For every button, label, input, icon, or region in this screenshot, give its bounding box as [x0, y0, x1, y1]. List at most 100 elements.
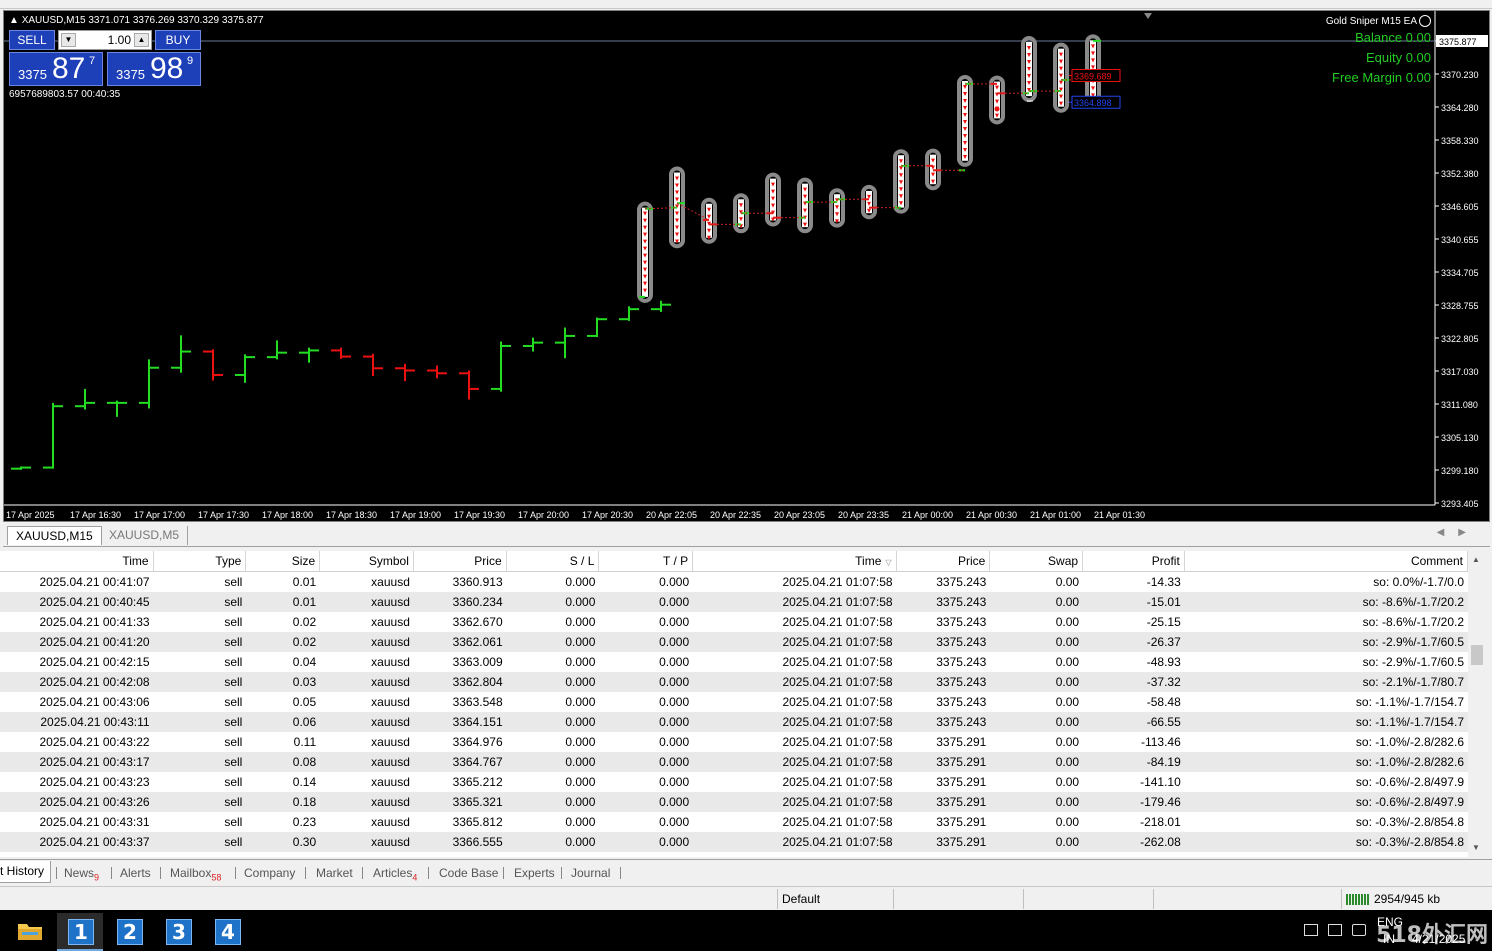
- table-row[interactable]: 2025.04.21 00:43:17 sell 0.08 xauusd 3364.76…: [0, 752, 1468, 772]
- cell-close-price: 3375.291: [936, 775, 987, 789]
- tab-badge: 9: [94, 872, 100, 883]
- table-row[interactable]: 2025.04.21 00:41:20 sell 0.02 xauusd 3362.06…: [0, 632, 1468, 652]
- sell-button[interactable]: SELL: [9, 30, 55, 50]
- scroll-up-icon[interactable]: ▲: [1472, 555, 1480, 564]
- col-header-swap[interactable]: Swap: [990, 551, 1084, 571]
- col-header-open-time[interactable]: Time: [0, 551, 154, 571]
- chart-shift-icon: [1144, 13, 1152, 19]
- terminal-tab-experts[interactable]: Experts: [514, 864, 555, 882]
- col-header-comment[interactable]: Comment: [1185, 551, 1468, 571]
- time-tick-label: 17 Apr 16:30: [70, 510, 121, 520]
- chart-tab-xauusd-m5[interactable]: XAUUSD,M5: [101, 526, 189, 545]
- account-history-table[interactable]: Time Type Size Symbol Price S / L T / P …: [0, 551, 1468, 857]
- table-row[interactable]: 2025.04.21 00:43:23 sell 0.14 xauusd 3365.21…: [0, 772, 1468, 792]
- col-header-close-price[interactable]: Price: [897, 551, 991, 571]
- col-header-type[interactable]: Type: [154, 551, 247, 571]
- windows-taskbar: 1 2 3 4 ENG IN 4/21/2025 518外汇网: [0, 910, 1492, 951]
- cell-close-time: 2025.04.21 01:07:58: [782, 835, 893, 849]
- scroll-down-icon[interactable]: ▼: [1472, 843, 1480, 852]
- lot-increase-icon[interactable]: ▲: [134, 33, 149, 47]
- tab-label: Company: [244, 866, 296, 880]
- status-connection[interactable]: 2954/945 kb: [1341, 889, 1492, 909]
- time-tick-label: 20 Apr 23:35: [838, 510, 889, 520]
- table-row[interactable]: 2025.04.21 00:42:08 sell 0.03 xauusd 3362.80…: [0, 672, 1468, 692]
- terminal-tab-code-base[interactable]: Code Base: [439, 864, 498, 882]
- table-row[interactable]: 2025.04.21 00:40:45 sell 0.01 xauusd 3360.23…: [0, 592, 1468, 612]
- col-header-size[interactable]: Size: [246, 551, 321, 571]
- table-row[interactable]: 2025.04.21 00:42:15 sell 0.04 xauusd 3363.00…: [0, 652, 1468, 672]
- window-1-icon: 1: [68, 919, 94, 945]
- terminal-tab-news[interactable]: News9: [64, 864, 99, 882]
- table-row[interactable]: 2025.04.21 00:43:22 sell 0.11 xauusd 3364.97…: [0, 732, 1468, 752]
- cell-close-time: 2025.04.21 01:07:58: [782, 595, 893, 609]
- cell-sl: 0.000: [565, 735, 596, 749]
- col-header-close-time[interactable]: Time ▽: [693, 551, 897, 571]
- price-tick-label: 3299.180: [1441, 466, 1479, 476]
- terminal-tab-t-history[interactable]: t History: [0, 861, 52, 883]
- cell-profit: -179.46: [1140, 795, 1181, 809]
- taskbar-window-3[interactable]: 3: [155, 913, 201, 951]
- window-4-icon: 4: [215, 919, 241, 945]
- lot-decrease-icon[interactable]: ▼: [61, 33, 76, 47]
- taskbar-window-1[interactable]: 1: [57, 913, 103, 951]
- table-row[interactable]: 2025.04.21 00:43:37 sell 0.30 xauusd 3366.55…: [0, 832, 1468, 852]
- cell-close-price: 3375.291: [936, 815, 987, 829]
- chart-tab-scroll-icon[interactable]: ◀▶: [1437, 527, 1480, 538]
- terminal-tab-articles[interactable]: Articles4: [373, 864, 417, 882]
- cell-comment: so: 0.0%/-1.7/0.0: [1373, 575, 1464, 589]
- col-header-symbol[interactable]: Symbol: [320, 551, 414, 571]
- chart-tab-xauusd-m15[interactable]: XAUUSD,M15: [7, 526, 102, 545]
- cell-symbol: xauusd: [371, 755, 410, 769]
- col-header-tp[interactable]: T / P: [599, 551, 694, 571]
- terminal-tab-company[interactable]: Company: [244, 864, 295, 882]
- table-row[interactable]: 2025.04.21 00:43:11 sell 0.06 xauusd 3364.15…: [0, 712, 1468, 732]
- buy-button[interactable]: BUY: [155, 30, 201, 50]
- network-icon[interactable]: [1328, 924, 1342, 936]
- col-header-open-price[interactable]: Price: [414, 551, 507, 571]
- table-row[interactable]: 2025.04.21 00:43:26 sell 0.18 xauusd 3365.32…: [0, 792, 1468, 812]
- cell-swap: 0.00: [1055, 755, 1080, 769]
- table-scrollbar[interactable]: ▲ ▼: [1468, 551, 1486, 857]
- taskbar-window-2[interactable]: 2: [106, 913, 152, 951]
- cell-type: sell: [224, 735, 243, 749]
- cell-close-price: 3375.243: [936, 695, 987, 709]
- col-header-sl[interactable]: S / L: [507, 551, 600, 571]
- cell-type: sell: [224, 795, 243, 809]
- table-row[interactable]: 2025.04.21 00:41:33 sell 0.02 xauusd 3362.67…: [0, 612, 1468, 632]
- tab-label: Experts: [514, 866, 555, 880]
- terminal-tab-market[interactable]: Market: [316, 864, 353, 882]
- cell-profit: -66.55: [1146, 715, 1181, 729]
- cell-swap: 0.00: [1055, 775, 1080, 789]
- tray-app-icon[interactable]: [1304, 924, 1318, 936]
- price-chart[interactable]: 3375.877 3370.230 3364.280 3358.330 3352.380…: [3, 10, 1490, 522]
- table-row[interactable]: 2025.04.21 00:43:06 sell 0.05 xauusd 3363.54…: [0, 692, 1468, 712]
- table-row[interactable]: 2025.04.21 00:43:31 sell 0.23 xauusd 3365.81…: [0, 812, 1468, 832]
- price-tick-label: 3358.330: [1441, 136, 1479, 146]
- tab-label: Market: [316, 866, 353, 880]
- time-tick-label: 17 Apr 18:30: [326, 510, 377, 520]
- tab-separator: [111, 867, 112, 879]
- col-header-profit[interactable]: Profit: [1083, 551, 1185, 571]
- lot-size-input[interactable]: [79, 33, 131, 47]
- volume-icon[interactable]: [1352, 924, 1366, 936]
- file-explorer-icon[interactable]: [16, 919, 44, 943]
- cell-symbol: xauusd: [371, 575, 410, 589]
- scrollbar-thumb[interactable]: [1471, 645, 1483, 665]
- sell-price-button[interactable]: 3375 87 7: [9, 52, 103, 86]
- price-tick-label: 3328.755: [1441, 301, 1479, 311]
- terminal-tab-mailbox[interactable]: Mailbox58: [170, 864, 221, 882]
- taskbar-window-4[interactable]: 4: [204, 913, 250, 951]
- account-balance: Balance 0.00: [1355, 30, 1431, 45]
- table-row[interactable]: 2025.04.21 00:41:07 sell 0.01 xauusd 3360.91…: [0, 572, 1468, 592]
- cell-size: 0.30: [292, 835, 317, 849]
- cell-comment: so: -0.3%/-2.8/854.8: [1355, 835, 1464, 849]
- terminal-tab-journal[interactable]: Journal: [571, 864, 610, 882]
- chart-tab-bar: XAUUSD,M15 XAUUSD,M5 ◀▶: [3, 524, 1490, 547]
- cell-open-price: 3360.234: [452, 595, 503, 609]
- price-tick-label: 3340.655: [1441, 235, 1479, 245]
- chart-canvas[interactable]: 3375.877 3370.230 3364.280 3358.330 3352.380…: [4, 11, 1490, 522]
- terminal-tab-alerts[interactable]: Alerts: [120, 864, 151, 882]
- buy-price-button[interactable]: 3375 98 9: [107, 52, 201, 86]
- cell-type: sell: [224, 675, 243, 689]
- cell-close-time: 2025.04.21 01:07:58: [782, 655, 893, 669]
